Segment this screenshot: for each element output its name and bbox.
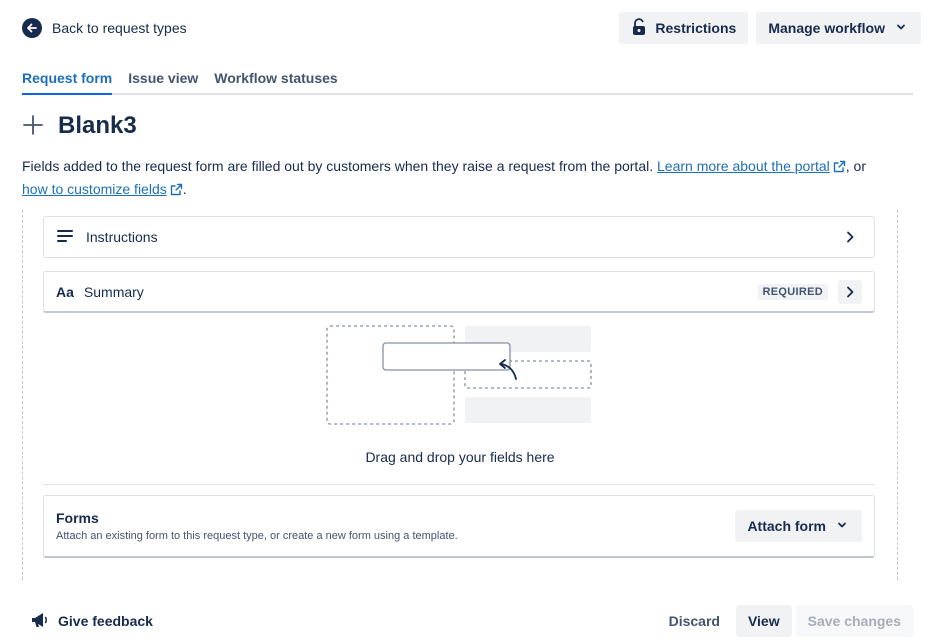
save-changes-button[interactable]: Save changes — [795, 605, 913, 637]
manage-workflow-button[interactable]: Manage workflow — [756, 12, 921, 44]
external-link-icon — [170, 181, 183, 202]
tab-bar: Request form Issue view Workflow statuse… — [22, 70, 913, 95]
give-feedback-label: Give feedback — [58, 613, 153, 629]
unlock-icon — [631, 17, 647, 39]
external-link-icon — [833, 158, 846, 179]
manage-workflow-label: Manage workflow — [768, 20, 885, 36]
top-actions: Restrictions Manage workflow — [619, 12, 921, 44]
view-button[interactable]: View — [735, 605, 792, 637]
divider — [43, 484, 875, 485]
customize-fields-link[interactable]: how to customize fields — [22, 181, 183, 197]
field-label: Summary — [83, 283, 144, 300]
forms-title: Forms — [56, 510, 99, 526]
field-summary[interactable]: Aa Summary REQUIRED — [43, 271, 875, 313]
restrictions-button[interactable]: Restrictions — [619, 12, 749, 44]
lines-icon — [56, 229, 74, 246]
attach-form-label: Attach form — [747, 518, 826, 534]
footer-actions: Discard View Save changes — [657, 605, 913, 637]
field-instructions[interactable]: Instructions — [43, 216, 875, 258]
learn-more-portal-link-text: Learn more about the portal — [657, 158, 830, 174]
drag-drop-illustration — [326, 325, 596, 425]
megaphone-icon — [30, 611, 50, 632]
forms-panel: Forms Attach an existing form to this re… — [43, 495, 875, 558]
tab-request-form[interactable]: Request form — [22, 70, 113, 95]
back-label: Back to request types — [52, 20, 187, 36]
chevron-right-icon[interactable] — [838, 225, 862, 249]
forms-text-block: Forms Attach an existing form to this re… — [56, 510, 458, 542]
plus-icon — [22, 114, 44, 139]
tab-workflow-statuses[interactable]: Workflow statuses — [214, 70, 337, 93]
footer-bar: Give feedback Discard View Save changes — [30, 605, 913, 637]
back-to-request-types-link[interactable]: Back to request types — [22, 18, 187, 38]
give-feedback-button[interactable]: Give feedback — [30, 611, 153, 632]
dropzone-text: Drag and drop your fields here — [365, 449, 555, 465]
chevron-right-icon[interactable] — [838, 279, 862, 304]
page-description: Fields added to the request form are fil… — [22, 156, 902, 202]
chevron-down-icon — [834, 517, 850, 536]
tab-issue-view[interactable]: Issue view — [128, 70, 198, 93]
description-prefix: Fields added to the request form are fil… — [22, 158, 657, 174]
required-badge: REQUIRED — [757, 283, 828, 300]
field-label: Instructions — [86, 229, 158, 245]
arrow-left-icon — [22, 18, 42, 38]
description-suffix: . — [182, 181, 187, 197]
customize-fields-link-text: how to customize fields — [22, 181, 167, 197]
chevron-down-icon — [893, 19, 909, 38]
discard-button[interactable]: Discard — [657, 605, 732, 637]
text-icon: Aa — [56, 283, 74, 300]
description-mid: , or — [845, 158, 867, 174]
restrictions-label: Restrictions — [655, 20, 737, 36]
top-bar: Back to request types Restrictions Manag… — [22, 12, 921, 44]
page-title: Blank3 — [58, 112, 137, 139]
attach-form-button[interactable]: Attach form — [735, 510, 862, 542]
title-row: Blank3 — [22, 112, 137, 140]
learn-more-portal-link[interactable]: Learn more about the portal — [657, 158, 846, 174]
forms-subtitle: Attach an existing form to this request … — [56, 530, 458, 542]
